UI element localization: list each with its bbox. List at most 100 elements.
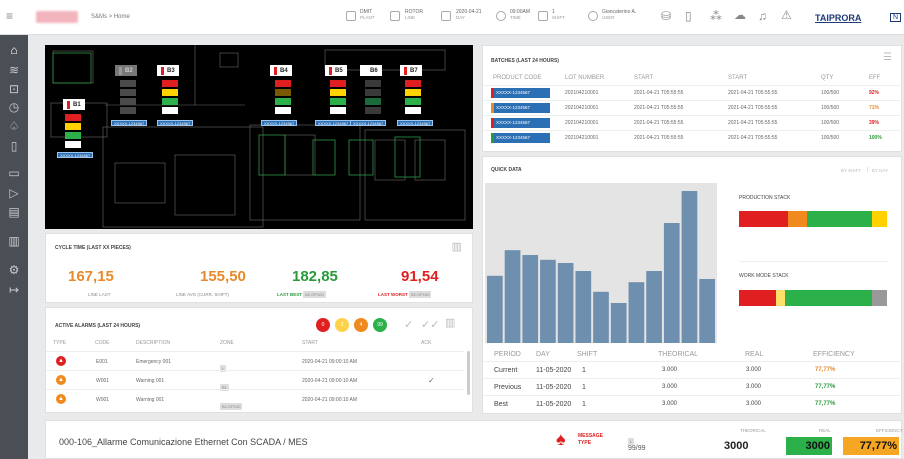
batch-row[interactable]: XXXXX-1234567 202104210001 2021-04-21 T0… [483, 130, 903, 144]
product-code-cell[interactable]: XXXXX-1234567 [494, 103, 550, 113]
home-icon[interactable]: ⌂ [7, 43, 21, 57]
col-description: DESCRIPTION [136, 340, 171, 346]
production-bar[interactable] [557, 263, 574, 343]
signal-light [275, 107, 291, 114]
production-bar[interactable] [593, 291, 609, 343]
menu-icon[interactable]: ≡ [6, 9, 13, 23]
alarms-scrollbar[interactable] [467, 351, 470, 395]
production-bar[interactable] [540, 259, 556, 343]
product-code-chip[interactable]: XXXXX-1234567 [397, 120, 434, 126]
production-bar[interactable] [663, 223, 680, 343]
signal-light [120, 107, 136, 114]
production-bar[interactable] [487, 275, 503, 343]
breadcrumb[interactable]: S&Ms > Home [91, 14, 130, 20]
production-bar[interactable] [504, 250, 521, 343]
product-code-chip[interactable]: XXXXX-1234567 [57, 152, 94, 158]
play-icon[interactable]: ▷ [7, 186, 21, 200]
settings-icon[interactable]: ⚙ [7, 263, 21, 277]
ack-all-icon[interactable]: ✓✓ [421, 318, 439, 331]
network-icon[interactable]: ⁂ [710, 9, 722, 23]
logout-icon[interactable]: ↦ [7, 283, 21, 297]
signal-light [162, 89, 178, 96]
warning-icon[interactable]: ⚠ [781, 8, 792, 22]
product-code-chip[interactable]: XXXXX-1234567 [350, 120, 387, 126]
alarm-ack-cell[interactable]: ✓ [428, 376, 435, 385]
chart-icon[interactable]: ▥ [452, 240, 462, 253]
chart-icon[interactable]: ▥ [445, 316, 455, 329]
device-icon[interactable]: ▯ [685, 9, 692, 23]
cycle-time-panel: CYCLE TIME (LAST XX PIECES) ▥ 167,15 LIN… [45, 233, 473, 303]
day-cell: 11-05-2020 [536, 367, 572, 374]
day-selector[interactable]: 2020-04-21 DAY [456, 9, 482, 21]
period-cell: Previous [494, 384, 522, 391]
signal-light [330, 107, 346, 114]
shift-selector[interactable]: 1 SHIFT [552, 9, 565, 21]
machine-icon[interactable]: ⊡ [7, 82, 21, 96]
batch-row[interactable]: XXXXX-1234567 202104210001 2021-04-21 T0… [483, 85, 903, 99]
top-bar: ≡ S&Ms > Home DMIT PLANT ROTOR LINE 2020-0… [0, 0, 904, 35]
station-label-b4[interactable]: B4 [270, 65, 292, 76]
production-bar[interactable] [522, 255, 539, 343]
alarm-row[interactable]: ▲ W001 Warning 001 B1 2020-04-21 09:00:1… [46, 370, 464, 391]
batch-row[interactable]: XXXXX-1234567 202104210001 2021-04-21 T0… [483, 100, 903, 114]
line-avg-value: 155,50 [200, 268, 246, 285]
signal-light [162, 98, 178, 105]
alarm-zone-cell: B2.OP100 [220, 403, 243, 410]
product-code-chip[interactable]: XXXXX-1234567 [261, 120, 298, 126]
station-label-b1[interactable]: B1 [63, 99, 85, 110]
station-label-b6[interactable]: B6 [360, 65, 382, 76]
report-icon[interactable]: ▤ [7, 205, 21, 219]
product-code-cell[interactable]: XXXXX-1234567 [494, 118, 550, 128]
by-shift-toggle[interactable]: BY SHIFT [841, 168, 861, 173]
by-day-toggle[interactable]: BY DAY [872, 168, 888, 173]
line-selector[interactable]: ROTOR LINE [405, 9, 423, 21]
layers-icon[interactable]: ≋ [7, 63, 21, 77]
footer-real-value: 3000 [786, 437, 832, 455]
production-bar[interactable] [628, 282, 645, 343]
signal-light [365, 89, 381, 96]
user-info[interactable]: Giancaterino A. USER [602, 9, 636, 21]
product-code-cell[interactable]: XXXXX-1234567 [494, 133, 550, 143]
alarm-count-emergency[interactable]: 0 [316, 318, 330, 332]
station-label-b7[interactable]: B7 [400, 65, 422, 76]
production-bar[interactable] [646, 271, 662, 343]
alarm-count-info[interactable]: 99 [373, 318, 387, 332]
ack-icon[interactable]: ✓ [404, 318, 413, 331]
production-bar[interactable] [610, 303, 627, 343]
signal-light [330, 80, 346, 87]
batch-row[interactable]: XXXXX-1234567 202104210001 2021-04-21 T0… [483, 115, 903, 129]
product-code-cell[interactable]: XXXXX-1234567 [494, 88, 550, 98]
station-label-b2[interactable]: B2 [115, 65, 137, 76]
product-code-chip[interactable]: XXXXX-1234567 [111, 120, 148, 126]
bell-icon[interactable]: ♫ [758, 9, 767, 23]
plant-selector[interactable]: DMIT PLANT [360, 9, 375, 21]
alarm-count-alert[interactable]: 4 [354, 318, 368, 332]
chart-icon[interactable]: ▥ [7, 234, 21, 248]
theorical-cell: 3.000 [662, 384, 678, 390]
shift-cell: 1 [582, 384, 586, 391]
bookmark-icon[interactable]: ▯ [7, 139, 21, 153]
cloud-icon[interactable]: ☁ [734, 8, 746, 22]
station-label-b5[interactable]: B5 [325, 65, 347, 76]
real-cell: 3.000 [746, 384, 762, 390]
time-selector[interactable]: 09:00AM TIME [510, 9, 530, 21]
notification-icon[interactable]: ♤ [7, 119, 21, 133]
folder-icon[interactable]: ▭ [7, 166, 21, 180]
product-code-chip[interactable]: XXXXX-1234567 [157, 120, 194, 126]
lot-number-cell: 202104210001 [565, 90, 599, 96]
col-day: DAY [536, 351, 550, 358]
alarm-row[interactable]: ▲ W001 Warning 001 B2.OP100 2020-04-21 0… [46, 389, 464, 410]
station-label-b3[interactable]: B3 [157, 65, 179, 76]
history-icon[interactable]: ◷ [7, 100, 21, 114]
line-last-label: LINE LAST [88, 292, 111, 297]
production-bar[interactable] [681, 191, 698, 343]
database-icon[interactable]: ⛁ [661, 9, 671, 23]
alarm-bell-icon: ♠ [556, 429, 566, 449]
alarm-count-warning[interactable]: 2 [335, 318, 349, 332]
stack-segment [739, 211, 788, 227]
production-bar[interactable] [575, 271, 592, 343]
alarm-row[interactable]: ▲ E001 Emergency 001 L 2020-04-21 09:00:… [46, 351, 464, 372]
product-code-chip[interactable]: XXXXX-1234567 [315, 120, 352, 126]
list-icon[interactable]: ☰ [883, 52, 892, 63]
production-bar[interactable] [699, 279, 715, 343]
